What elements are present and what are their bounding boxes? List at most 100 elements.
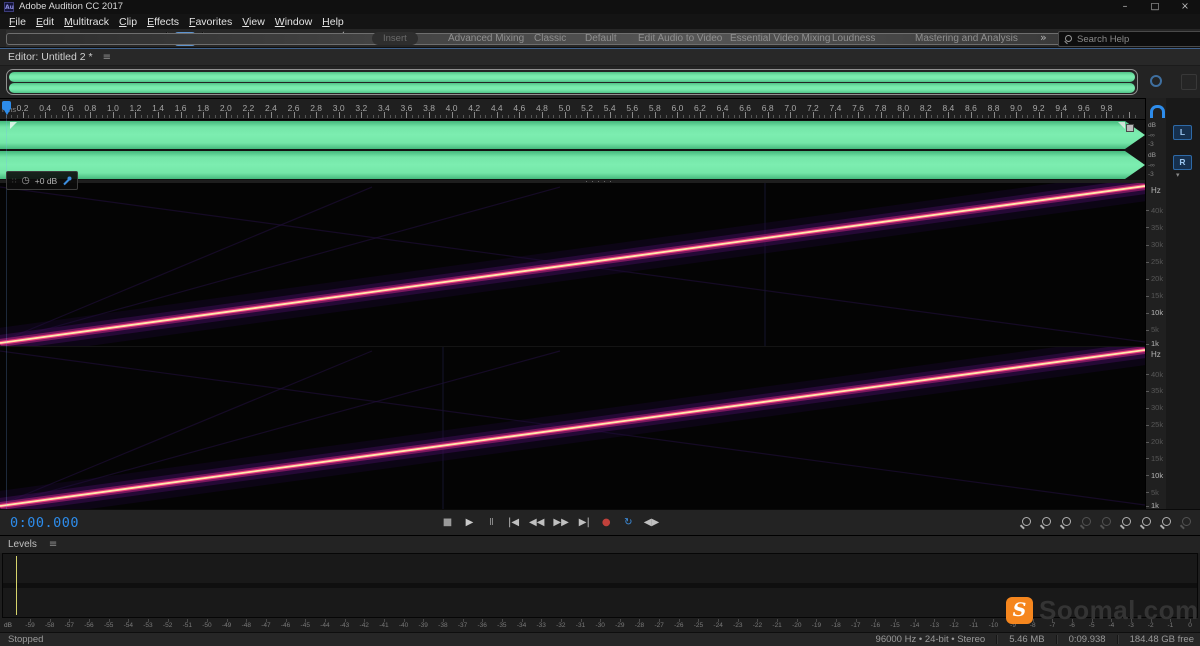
- menu-item-view[interactable]: View: [237, 16, 270, 28]
- overview-navigator[interactable]: [0, 66, 1200, 98]
- ruler-tick: [756, 115, 757, 118]
- workspace-overflow-chevron[interactable]: »: [1040, 31, 1047, 44]
- menu-item-edit[interactable]: Edit: [31, 16, 59, 28]
- ruler-tick: [401, 115, 402, 118]
- levels-scale-label: -17: [851, 622, 860, 629]
- ruler-tick: [1061, 112, 1062, 118]
- zoom-out-time-button[interactable]: [1040, 517, 1052, 529]
- ruler-tick: [802, 115, 803, 118]
- zoom-in-time-button[interactable]: [1020, 517, 1032, 529]
- ruler-tick: [1039, 112, 1040, 118]
- levels-panel-menu-icon[interactable]: ≡: [49, 539, 57, 550]
- zoom-in-at-playhead-button[interactable]: [1060, 517, 1072, 529]
- ruler-tick: [1129, 112, 1130, 118]
- hud-volume-value[interactable]: +0 dB: [35, 176, 57, 186]
- channel-right-button[interactable]: R: [1173, 155, 1192, 170]
- menu-item-window[interactable]: Window: [270, 16, 317, 28]
- pause-button[interactable]: Ⅱ: [485, 517, 498, 528]
- workspace-default[interactable]: Default: [585, 33, 617, 44]
- spectral-display-right[interactable]: [0, 347, 1145, 509]
- editor-tab[interactable]: Editor: Untitled 2 *: [8, 51, 93, 63]
- ruler-tick: [881, 112, 882, 118]
- ruler-tick: [34, 115, 35, 118]
- overview-tool-icon[interactable]: [1150, 75, 1162, 87]
- pin-icon[interactable]: [62, 176, 72, 186]
- ruler-tick: [169, 115, 170, 118]
- panel-splitter[interactable]: ·····: [560, 176, 640, 186]
- search-input[interactable]: [1077, 34, 1200, 45]
- app-logo-icon: Au: [4, 2, 14, 12]
- zoom-reset-vertical-button[interactable]: [1100, 517, 1112, 529]
- insert-button[interactable]: Insert: [372, 32, 418, 45]
- amplitude-scale-label: -3: [1148, 171, 1165, 178]
- levels-scale-label: -25: [694, 622, 703, 629]
- channel-left-button[interactable]: L: [1173, 125, 1192, 140]
- workspace-loudness[interactable]: Loudness: [832, 33, 875, 44]
- status-bar: Stopped 96000 Hz • 24-bit • Stereo 5.46 …: [0, 632, 1200, 646]
- overview-panel-icon[interactable]: [1181, 74, 1197, 90]
- ruler-tick: [85, 115, 86, 118]
- rewind-button[interactable]: ◀◀: [529, 517, 544, 528]
- menu-item-favorites[interactable]: Favorites: [184, 16, 237, 28]
- overview-zoom-thumb[interactable]: [6, 69, 1138, 95]
- skip-to-end-button[interactable]: ▶|: [578, 517, 591, 528]
- menu-item-file[interactable]: File: [4, 16, 31, 28]
- workspace-edit-audio-to-video[interactable]: Edit Audio to Video: [638, 33, 722, 44]
- zoom-in-right-selection-button[interactable]: [1140, 517, 1152, 529]
- workspace-mastering-and-analysis[interactable]: Mastering and Analysis: [915, 33, 1018, 44]
- workspace-classic[interactable]: Classic: [534, 33, 566, 44]
- loop-playback-button[interactable]: ↻: [622, 517, 635, 528]
- ruler-tick: [542, 112, 543, 118]
- timeline-ruler[interactable]: hms 0.20.40.60.81.01.21.41.61.82.02.22.4…: [0, 98, 1145, 120]
- waveform-channel-left[interactable]: [0, 121, 1145, 149]
- ruler-tick: [593, 115, 594, 118]
- menu-item-effects[interactable]: Effects: [142, 16, 184, 28]
- skip-selection-button[interactable]: ◀▶: [644, 517, 659, 528]
- maximize-button[interactable]: □: [1140, 0, 1170, 14]
- playhead-marker[interactable]: [2, 101, 11, 110]
- ruler-tick: [119, 115, 120, 118]
- stop-button[interactable]: ■: [441, 517, 454, 528]
- play-button[interactable]: ▶: [463, 517, 476, 528]
- ruler-tick: [418, 115, 419, 118]
- spectral-display-left[interactable]: [0, 183, 1145, 347]
- workspace-advanced-mixing[interactable]: Advanced Mixing: [448, 33, 524, 44]
- ruler-tick: [1033, 115, 1034, 118]
- zoom-to-selection-button[interactable]: [1160, 517, 1172, 529]
- levels-scale-label: -46: [281, 622, 290, 629]
- menu-item-multitrack[interactable]: Multitrack: [59, 16, 114, 28]
- fade-out-handle-icon[interactable]: [1118, 122, 1125, 129]
- search-help-box[interactable]: [1058, 31, 1200, 47]
- ruler-tick: [502, 115, 503, 118]
- skip-to-start-button[interactable]: |◀: [507, 517, 520, 528]
- hud-volume-overlay[interactable]: ∷ ◷ +0 dB: [6, 171, 78, 190]
- record-button[interactable]: ●: [600, 517, 613, 528]
- menu-item-clip[interactable]: Clip: [114, 16, 142, 28]
- scale-caret-icon[interactable]: ▾: [1176, 171, 1180, 179]
- fast-forward-button[interactable]: ▶▶: [553, 517, 568, 528]
- hud-grip-icon[interactable]: ∷: [12, 177, 16, 185]
- ruler-tick: [1067, 115, 1068, 118]
- ruler-tick: [1044, 115, 1045, 118]
- gain-handle-icon[interactable]: [1126, 124, 1134, 132]
- levels-scale-label: -10: [989, 622, 998, 629]
- ruler-tick: [852, 115, 853, 118]
- minimize-button[interactable]: –: [1110, 0, 1140, 14]
- levels-scale-label: -45: [301, 622, 310, 629]
- zoom-full-button[interactable]: [1180, 517, 1192, 529]
- snap-magnet-icon[interactable]: [1150, 105, 1165, 118]
- workspace-essential-video-mixing[interactable]: Essential Video Mixing: [730, 33, 830, 44]
- ruler-tick: [463, 115, 464, 118]
- panel-menu-icon[interactable]: ≡: [103, 52, 111, 63]
- ruler-tick: [779, 115, 780, 118]
- zoom-out-full-button[interactable]: [1080, 517, 1092, 529]
- time-display[interactable]: 0:00.000: [10, 515, 79, 531]
- zoom-in-left-selection-button[interactable]: [1120, 517, 1132, 529]
- ruler-tick: [587, 112, 588, 118]
- fade-in-handle-icon[interactable]: [10, 122, 17, 129]
- menu-item-help[interactable]: Help: [317, 16, 349, 28]
- waveform-channel-right[interactable]: [0, 151, 1145, 179]
- title-bar: Au Adobe Audition CC 2017 – □ ×: [0, 0, 1200, 14]
- waveform-display[interactable]: [0, 120, 1145, 180]
- close-button[interactable]: ×: [1170, 0, 1200, 14]
